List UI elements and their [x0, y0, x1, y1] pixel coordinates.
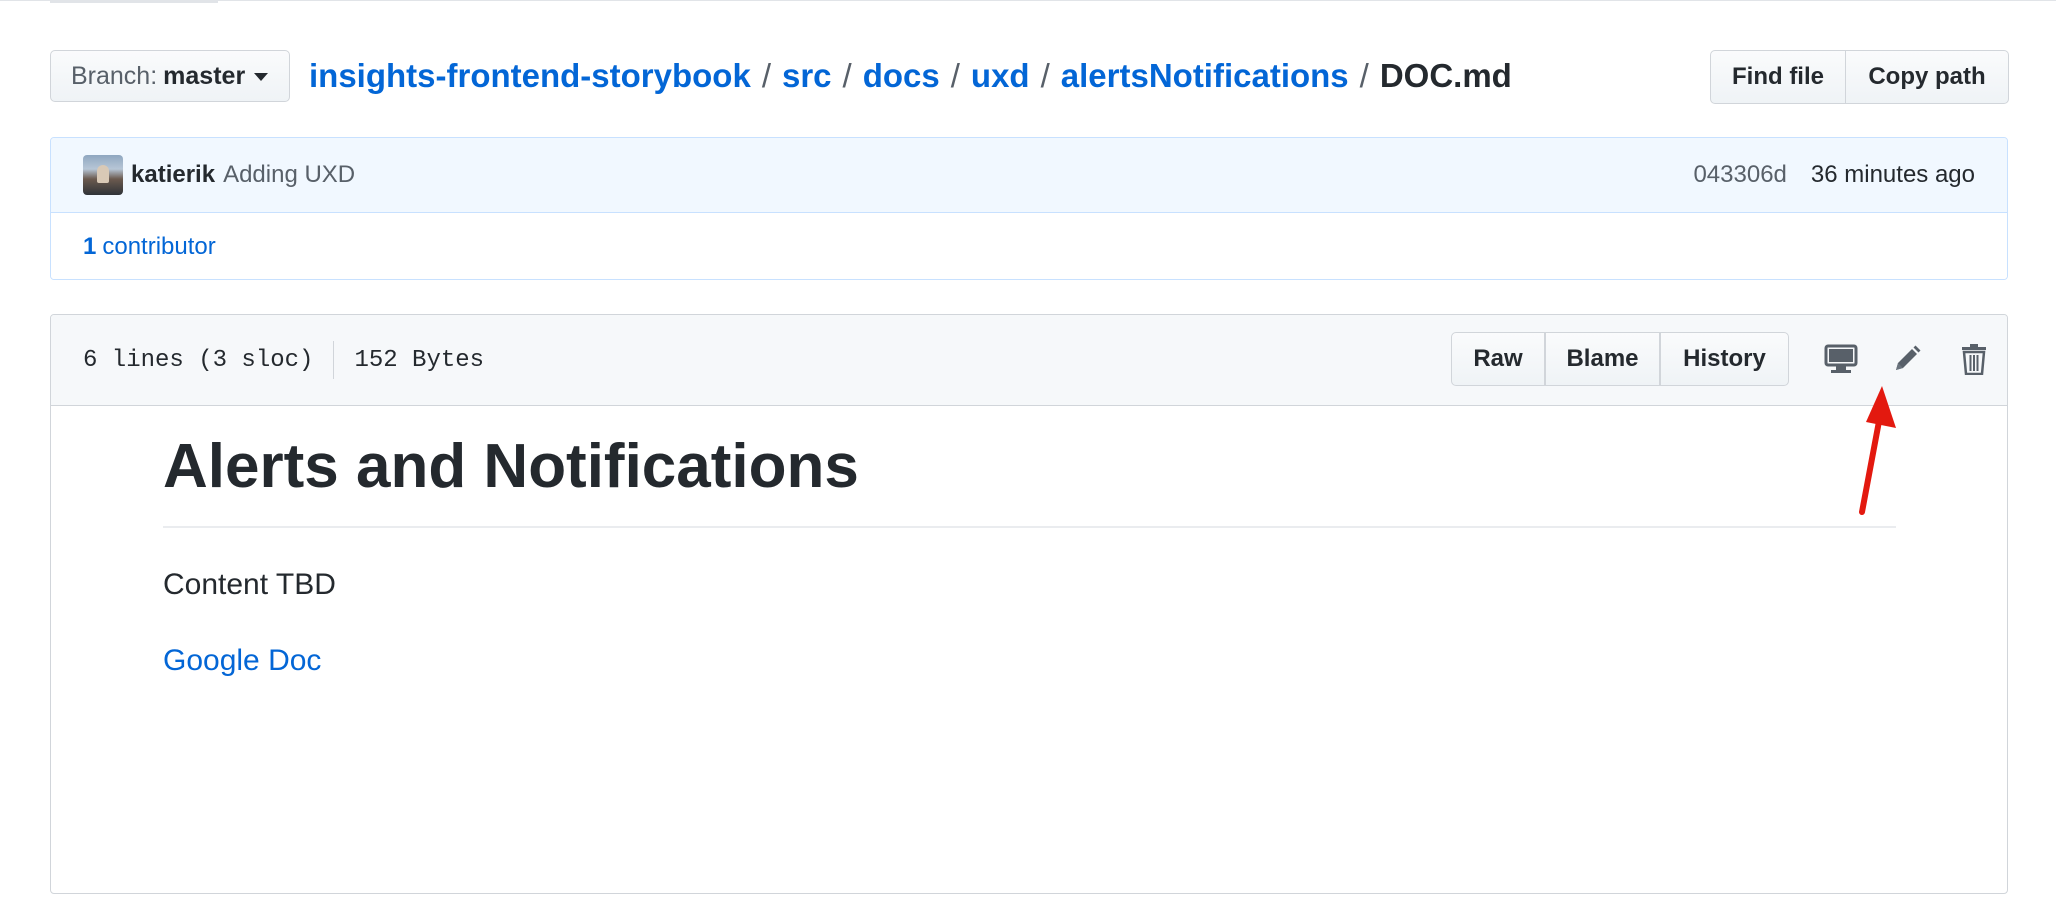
- breadcrumb-uxd-link[interactable]: uxd: [971, 57, 1030, 95]
- trash-icon[interactable]: [1954, 339, 1994, 379]
- contributors-row: 1 contributor: [51, 213, 2007, 279]
- blame-button[interactable]: Blame: [1545, 332, 1660, 386]
- top-border: [0, 0, 2056, 1]
- breadcrumb-separator: /: [1359, 57, 1369, 94]
- file-box: 6 lines (3 sloc) 152 Bytes Raw Blame His…: [50, 314, 2008, 894]
- file-info-divider: [333, 341, 335, 379]
- commit-sha-link[interactable]: 043306d: [1693, 161, 1786, 189]
- markdown-heading: Alerts and Notifications: [163, 427, 1896, 528]
- avatar[interactable]: [83, 155, 123, 195]
- branch-label: Branch:: [71, 61, 158, 90]
- breadcrumb-separator: /: [761, 57, 771, 94]
- breadcrumb-src-link[interactable]: src: [782, 57, 832, 95]
- commit-meta: 043306d 36 minutes ago: [1693, 138, 1975, 212]
- commit-header: katierik Adding UXD 043306d 36 minutes a…: [51, 138, 2007, 213]
- find-file-button[interactable]: Find file: [1710, 50, 1846, 104]
- copy-path-button[interactable]: Copy path: [1846, 50, 2009, 104]
- commit-author-link[interactable]: katierik: [131, 161, 215, 189]
- branch-select-button[interactable]: Branch: master: [50, 50, 290, 102]
- breadcrumb-separator: /: [1040, 57, 1050, 94]
- file-line-count: 6 lines (3 sloc): [83, 346, 314, 374]
- contributor-label[interactable]: contributor: [102, 233, 215, 261]
- raw-button[interactable]: Raw: [1451, 332, 1545, 386]
- breadcrumb-separator: /: [842, 57, 852, 94]
- google-doc-link[interactable]: Google Doc: [163, 644, 321, 678]
- commit-time: 36 minutes ago: [1810, 161, 1975, 188]
- commit-message-link[interactable]: Adding UXD: [223, 161, 355, 189]
- breadcrumb-repo-link[interactable]: insights-frontend-storybook: [309, 57, 751, 95]
- branch-name: master: [163, 61, 246, 90]
- desktop-icon[interactable]: [1821, 339, 1861, 379]
- breadcrumb-docs-link[interactable]: docs: [863, 57, 940, 95]
- markdown-body: Alerts and Notifications Content TBD Goo…: [163, 427, 1896, 678]
- contributor-count[interactable]: 1: [83, 233, 96, 261]
- latest-commit-box: katierik Adding UXD 043306d 36 minutes a…: [50, 137, 2008, 280]
- breadcrumb-separator: /: [950, 57, 960, 94]
- file-info: 6 lines (3 sloc) 152 Bytes: [83, 315, 484, 405]
- breadcrumb-current-file: DOC.md: [1379, 57, 1512, 94]
- pencil-icon[interactable]: [1887, 339, 1927, 379]
- file-size: 152 Bytes: [354, 346, 485, 374]
- markdown-paragraph: Content TBD: [163, 567, 336, 601]
- breadcrumb: insights-frontend-storybook / src / docs…: [309, 52, 1512, 100]
- history-button[interactable]: History: [1660, 332, 1789, 386]
- breadcrumb-alerts-link[interactable]: alertsNotifications: [1061, 57, 1349, 95]
- file-navigation-buttons: Find file Copy path: [1710, 50, 2009, 104]
- file-header: 6 lines (3 sloc) 152 Bytes Raw Blame His…: [51, 315, 2007, 406]
- file-view-buttons: Raw Blame History: [1451, 332, 1789, 386]
- caret-down-icon: [254, 73, 269, 81]
- top-tab-indicator: [50, 0, 218, 3]
- annotation-arrow-icon: [1859, 386, 1896, 515]
